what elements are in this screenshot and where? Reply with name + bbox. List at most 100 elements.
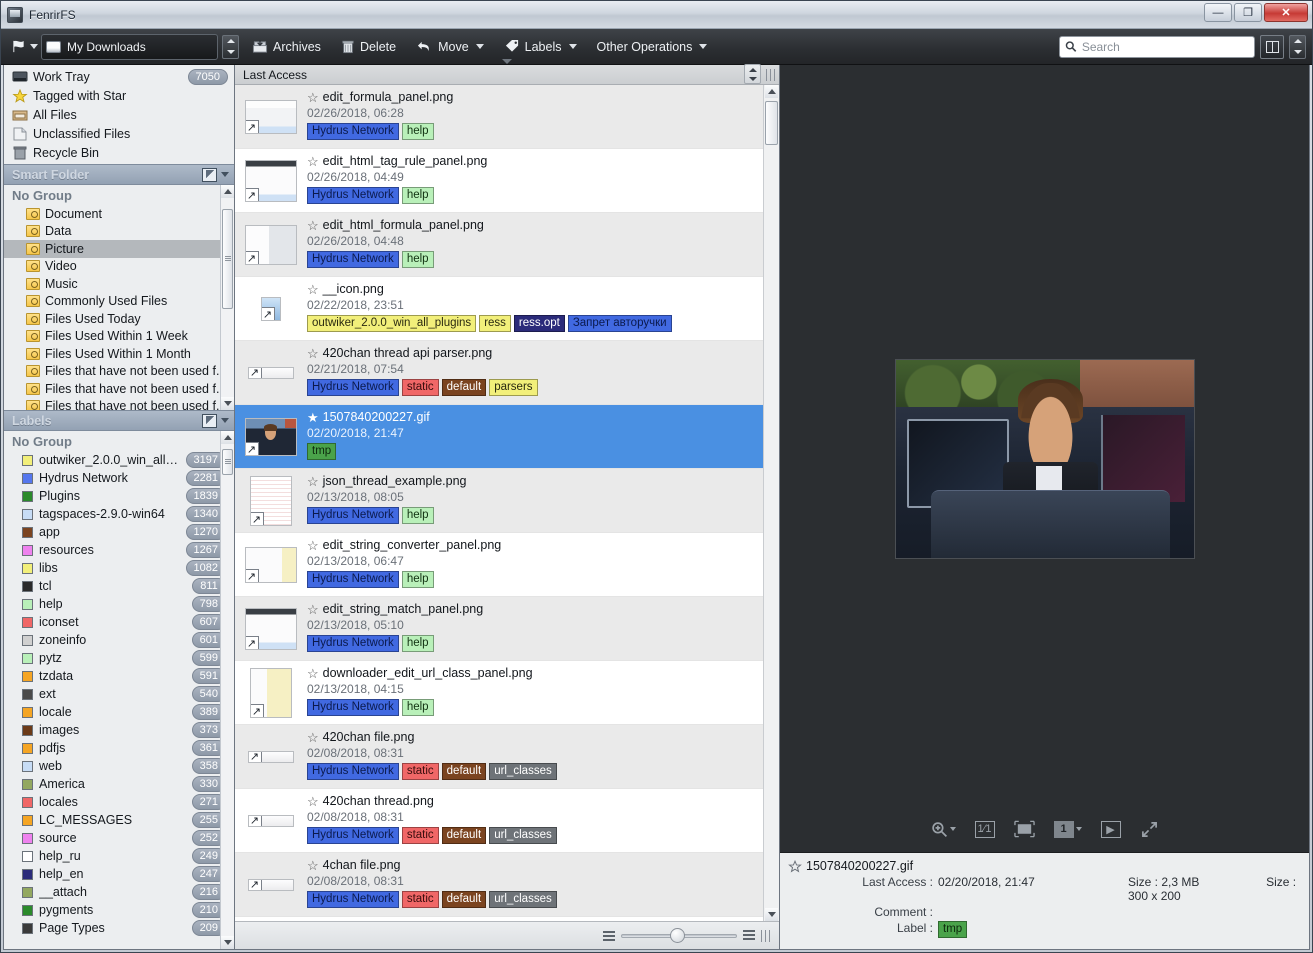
fullscreen-icon[interactable] (1140, 821, 1159, 838)
info-label-tag[interactable]: tmp (938, 921, 968, 938)
scroll-up-icon[interactable] (221, 431, 234, 444)
scroll-down-icon[interactable] (765, 908, 778, 921)
label-item[interactable]: outwiker_2.0.0_win_all_... 3197 (4, 451, 234, 469)
labels-scrollbar[interactable] (220, 431, 234, 949)
file-tag[interactable]: Запрет авторучки (567, 315, 672, 332)
file-tag[interactable]: default (441, 891, 487, 908)
star-icon[interactable] (788, 859, 802, 873)
star-icon[interactable]: ☆ (307, 475, 319, 488)
label-item[interactable]: iconset 607 (4, 613, 234, 631)
star-icon[interactable]: ☆ (307, 603, 319, 616)
smart-folder-item[interactable]: Files Used Today (4, 310, 234, 328)
sidebar-item-recycle-bin[interactable]: Recycle Bin (4, 143, 234, 162)
file-list-row[interactable]: ↗ ★ 1507840200227.gif 02/20/2018, 21:47 tmp (235, 405, 763, 469)
header-grip[interactable] (766, 69, 776, 81)
smart-folder-item[interactable]: Commonly Used Files (4, 293, 234, 311)
sidebar-item-all-files[interactable]: All Files (4, 105, 234, 124)
label-item[interactable]: web 358 (4, 757, 234, 775)
star-icon[interactable]: ☆ (307, 539, 319, 552)
search-input[interactable] (1081, 39, 1249, 54)
footer-grip[interactable] (761, 929, 771, 942)
label-item[interactable]: Plugins 1839 (4, 487, 234, 505)
label-item[interactable]: ext 540 (4, 685, 234, 703)
file-list-row[interactable]: ↗ ☆ downloader_edit_url_class_panel.png 02/… (235, 661, 763, 725)
small-thumbs-icon[interactable] (603, 930, 615, 941)
file-tag[interactable]: url_classes (489, 891, 557, 908)
chevron-down-icon[interactable] (221, 172, 229, 177)
label-item[interactable]: help_en 247 (4, 865, 234, 883)
smart-folder-item[interactable]: Data (4, 223, 234, 241)
label-item[interactable]: source 252 (4, 829, 234, 847)
flag-icon[interactable] (7, 34, 41, 60)
smart-folder-item[interactable]: Document (4, 205, 234, 223)
scroll-thumb[interactable] (222, 449, 233, 475)
smart-folder-item[interactable]: Video (4, 258, 234, 276)
star-icon[interactable]: ★ (307, 411, 319, 424)
path-spinner[interactable] (222, 34, 239, 59)
scroll-thumb[interactable] (765, 101, 778, 145)
smart-folder-item[interactable]: Files Used Within 1 Week (4, 328, 234, 346)
thumbnail-size-slider[interactable] (621, 927, 737, 943)
star-icon[interactable]: ☆ (307, 283, 319, 296)
smart-folder-item[interactable]: Music (4, 275, 234, 293)
label-item[interactable]: locale 389 (4, 703, 234, 721)
file-list-row[interactable]: ↗ ☆ 4chan file.png 02/08/2018, 08:31 Hydrus … (235, 853, 763, 917)
label-item[interactable]: tcl 811 (4, 577, 234, 595)
scroll-thumb[interactable] (222, 209, 233, 309)
file-tag[interactable]: help (401, 251, 434, 268)
file-tag[interactable]: help (401, 123, 434, 140)
label-item[interactable]: pytz 599 (4, 649, 234, 667)
file-list-row[interactable]: ↗ ☆ edit_html_formula_panel.png 02/26/2018,… (235, 213, 763, 277)
file-list-row[interactable]: ↗ ☆ __icon.png 02/22/2018, 23:51 outwiker_2.… (235, 277, 763, 341)
star-icon[interactable]: ☆ (307, 347, 319, 360)
smart-folder-item[interactable]: Files that have not been used f... (4, 363, 234, 381)
minimize-button[interactable]: — (1204, 3, 1232, 22)
star-icon[interactable]: ☆ (307, 731, 319, 744)
search-box[interactable] (1059, 35, 1255, 58)
file-tag[interactable]: Hydrus Network (307, 379, 399, 396)
label-item[interactable]: help_ru 249 (4, 847, 234, 865)
label-item[interactable]: libs 1082 (4, 559, 234, 577)
label-item[interactable]: LC_MESSAGES 255 (4, 811, 234, 829)
file-tag[interactable]: url_classes (489, 827, 557, 844)
file-tag[interactable]: help (401, 571, 434, 588)
file-tag[interactable]: ress (479, 315, 511, 332)
label-item[interactable]: tagspaces-2.9.0-win64 1340 (4, 505, 234, 523)
label-item[interactable]: Hydrus Network 2281 (4, 469, 234, 487)
file-tag[interactable]: tmp (307, 443, 337, 460)
file-list-row[interactable]: ↗ ☆ edit_formula_panel.png 02/26/2018, 06:2… (235, 85, 763, 149)
file-tag[interactable]: Hydrus Network (307, 827, 399, 844)
file-tag[interactable]: help (401, 699, 434, 716)
file-list-row[interactable]: ↗ ☆ 420chan file.png 02/08/2018, 08:31 Hydru… (235, 725, 763, 789)
labels-button[interactable]: Labels (495, 33, 586, 61)
play-icon[interactable]: ▶ (1100, 820, 1121, 838)
file-tag[interactable]: Hydrus Network (307, 571, 399, 588)
smart-folder-item[interactable]: Files that have not been used f... (4, 398, 234, 410)
path-combo[interactable]: My Downloads (41, 33, 218, 60)
file-tag[interactable]: Hydrus Network (307, 123, 399, 140)
file-tag[interactable]: parsers (489, 379, 538, 396)
label-item[interactable]: images 373 (4, 721, 234, 739)
file-tag[interactable]: Hydrus Network (307, 891, 399, 908)
file-tag[interactable]: static (401, 763, 439, 780)
file-list-scrollbar[interactable] (763, 85, 779, 921)
file-tag[interactable]: default (441, 379, 487, 396)
scroll-up-icon[interactable] (221, 185, 234, 198)
star-icon[interactable]: ☆ (307, 795, 319, 808)
fit-window-icon[interactable] (1013, 820, 1035, 838)
label-item[interactable]: locales 271 (4, 793, 234, 811)
close-button[interactable]: ✕ (1264, 3, 1308, 22)
file-tag[interactable]: Hydrus Network (307, 507, 399, 524)
smart-folder-scrollbar[interactable] (220, 185, 234, 410)
sidebar-item-tagged-with-star[interactable]: Tagged with Star (4, 86, 234, 105)
actual-size-icon[interactable]: 1⁄1 (974, 820, 995, 838)
smart-folder-item[interactable]: Files that have not been used f... (4, 380, 234, 398)
file-list-row[interactable]: ↗ ☆ edit_string_match_panel.png 02/13/2018,… (235, 597, 763, 661)
zoom-icon[interactable] (931, 821, 956, 838)
label-item[interactable]: America 330 (4, 775, 234, 793)
chevron-down-icon[interactable] (221, 418, 229, 423)
sidebar-item-work-tray[interactable]: Work Tray 7050 (4, 67, 234, 86)
file-tag[interactable]: Hydrus Network (307, 763, 399, 780)
smart-folder-item[interactable]: Picture (4, 240, 234, 258)
label-item[interactable]: __attach 216 (4, 883, 234, 901)
